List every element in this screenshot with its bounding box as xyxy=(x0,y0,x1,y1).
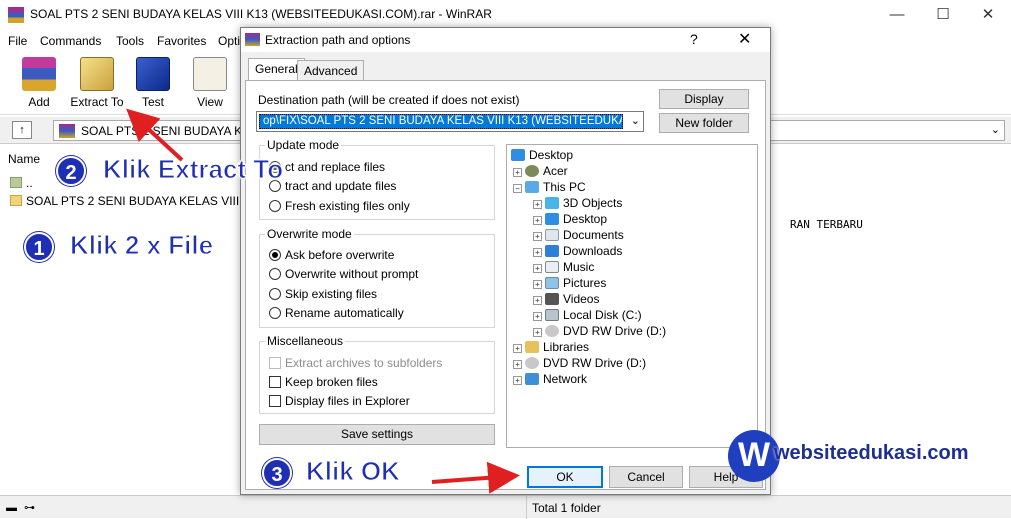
logo-w-icon: W xyxy=(728,430,780,482)
websiteedukasi-logo: W websiteedukasi.com xyxy=(728,430,988,482)
step-3-badge: 3 xyxy=(262,458,292,488)
step-1-badge: 1 xyxy=(24,232,54,262)
arrow-to-ok xyxy=(431,461,520,494)
step-1-text: Klik 2 x File xyxy=(69,230,214,261)
step-2-text: Klik Extract To xyxy=(102,154,284,185)
step-2-badge: 2 xyxy=(56,156,86,186)
step-3-text: Klik OK xyxy=(306,456,401,487)
logo-text: websiteedukasi.com xyxy=(774,442,969,464)
